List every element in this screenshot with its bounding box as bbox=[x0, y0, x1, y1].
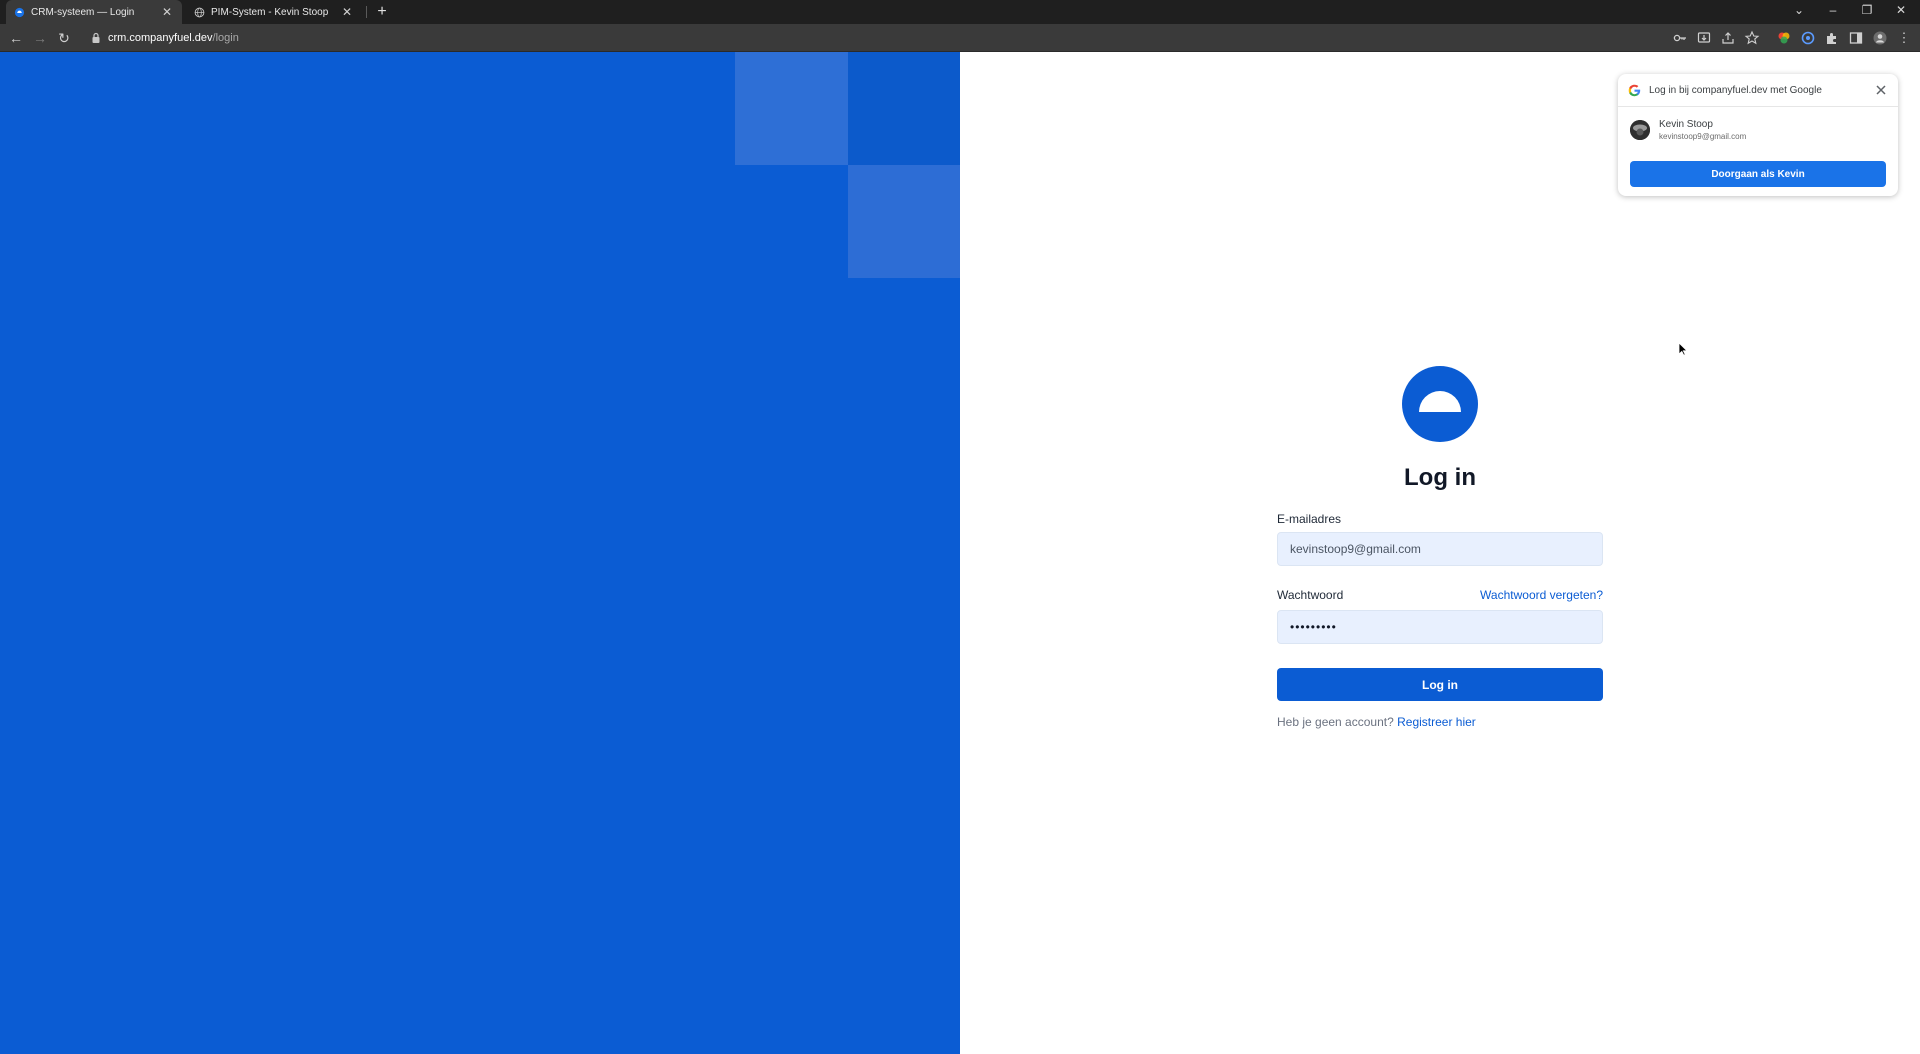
address-bar[interactable]: crm.companyfuel.dev/login bbox=[86, 27, 1666, 49]
continue-as-button[interactable]: Doorgaan als Kevin bbox=[1630, 161, 1886, 187]
avatar bbox=[1630, 120, 1650, 140]
tab-search-chevron-icon[interactable]: ⌄ bbox=[1782, 0, 1816, 20]
decorative-square bbox=[848, 165, 960, 278]
tab-close-icon[interactable]: ✕ bbox=[160, 5, 174, 19]
tab-crm-login[interactable]: CRM-systeem — Login ✕ bbox=[6, 0, 182, 24]
restore-icon[interactable]: ❐ bbox=[1850, 0, 1884, 20]
google-account-email: kevinstoop9@gmail.com bbox=[1659, 132, 1747, 141]
no-account-text: Heb je geen account? bbox=[1277, 715, 1394, 729]
login-button[interactable]: Log in bbox=[1277, 668, 1603, 701]
decorative-square bbox=[735, 52, 848, 165]
globe-icon bbox=[194, 7, 205, 17]
brand-panel bbox=[0, 52, 960, 1054]
profile-avatar-icon[interactable] bbox=[1872, 30, 1888, 46]
close-icon[interactable] bbox=[1874, 83, 1888, 97]
email-label: E-mailadres bbox=[1277, 512, 1342, 526]
extension-circle-icon[interactable] bbox=[1800, 30, 1816, 46]
app-logo-icon bbox=[1402, 366, 1478, 442]
reload-icon[interactable]: ↻ bbox=[54, 28, 74, 48]
google-account-name: Kevin Stoop bbox=[1659, 119, 1713, 130]
page-title: Log in bbox=[1404, 464, 1476, 491]
forgot-password-link[interactable]: Wachtwoord vergeten? bbox=[1480, 588, 1603, 602]
google-logo-icon bbox=[1628, 84, 1641, 96]
lock-icon bbox=[92, 32, 100, 43]
login-form: Log in E-mailadres Wachtwoord Wachtwoord… bbox=[1277, 366, 1603, 729]
register-link[interactable]: Registreer hier bbox=[1397, 715, 1476, 729]
password-label: Wachtwoord bbox=[1277, 588, 1344, 602]
close-window-icon[interactable]: ✕ bbox=[1884, 0, 1918, 20]
url-host: crm.companyfuel.dev bbox=[108, 32, 213, 44]
register-prompt: Heb je geen account? Registreer hier bbox=[1277, 715, 1603, 729]
puzzle-extensions-icon[interactable] bbox=[1824, 30, 1840, 46]
new-tab-plus-icon[interactable]: + bbox=[372, 2, 392, 22]
forward-arrow-icon[interactable]: → bbox=[30, 28, 50, 48]
share-icon[interactable] bbox=[1720, 30, 1736, 46]
back-arrow-icon[interactable]: ← bbox=[6, 28, 26, 48]
key-icon[interactable] bbox=[1672, 30, 1688, 46]
browser-toolbar: ← → ↻ crm.companyfuel.dev/login ⋮ bbox=[0, 24, 1920, 52]
tab-title: PIM-System - Kevin Stoop bbox=[211, 6, 329, 18]
password-field[interactable] bbox=[1277, 610, 1603, 644]
crm-favicon-icon bbox=[14, 7, 25, 17]
google-account-row[interactable]: Kevin Stoop kevinstoop9@gmail.com bbox=[1618, 107, 1898, 141]
minimize-icon[interactable]: – bbox=[1816, 0, 1850, 20]
color-extension-icon[interactable] bbox=[1776, 30, 1792, 46]
tab-title: CRM-systeem — Login bbox=[31, 6, 135, 18]
bookmark-star-icon[interactable] bbox=[1744, 30, 1760, 46]
install-app-icon[interactable] bbox=[1696, 30, 1712, 46]
google-one-tap-popup: Log in bij companyfuel.dev met Google Ke… bbox=[1618, 74, 1898, 196]
tab-divider bbox=[366, 6, 367, 18]
email-field[interactable] bbox=[1277, 532, 1603, 566]
url-path: /login bbox=[212, 32, 239, 44]
side-panel-icon[interactable] bbox=[1848, 30, 1864, 46]
google-popup-title: Log in bij companyfuel.dev met Google bbox=[1649, 84, 1822, 96]
decorative-square bbox=[848, 52, 960, 165]
tab-close-icon[interactable]: ✕ bbox=[340, 5, 354, 19]
browser-tab-bar: CRM-systeem — Login ✕ PIM-System - Kevin… bbox=[0, 0, 1920, 24]
browser-menu-icon[interactable]: ⋮ bbox=[1894, 28, 1914, 48]
mouse-cursor-icon bbox=[1678, 342, 1688, 356]
tab-pim-system[interactable]: PIM-System - Kevin Stoop ✕ bbox=[186, 0, 362, 24]
